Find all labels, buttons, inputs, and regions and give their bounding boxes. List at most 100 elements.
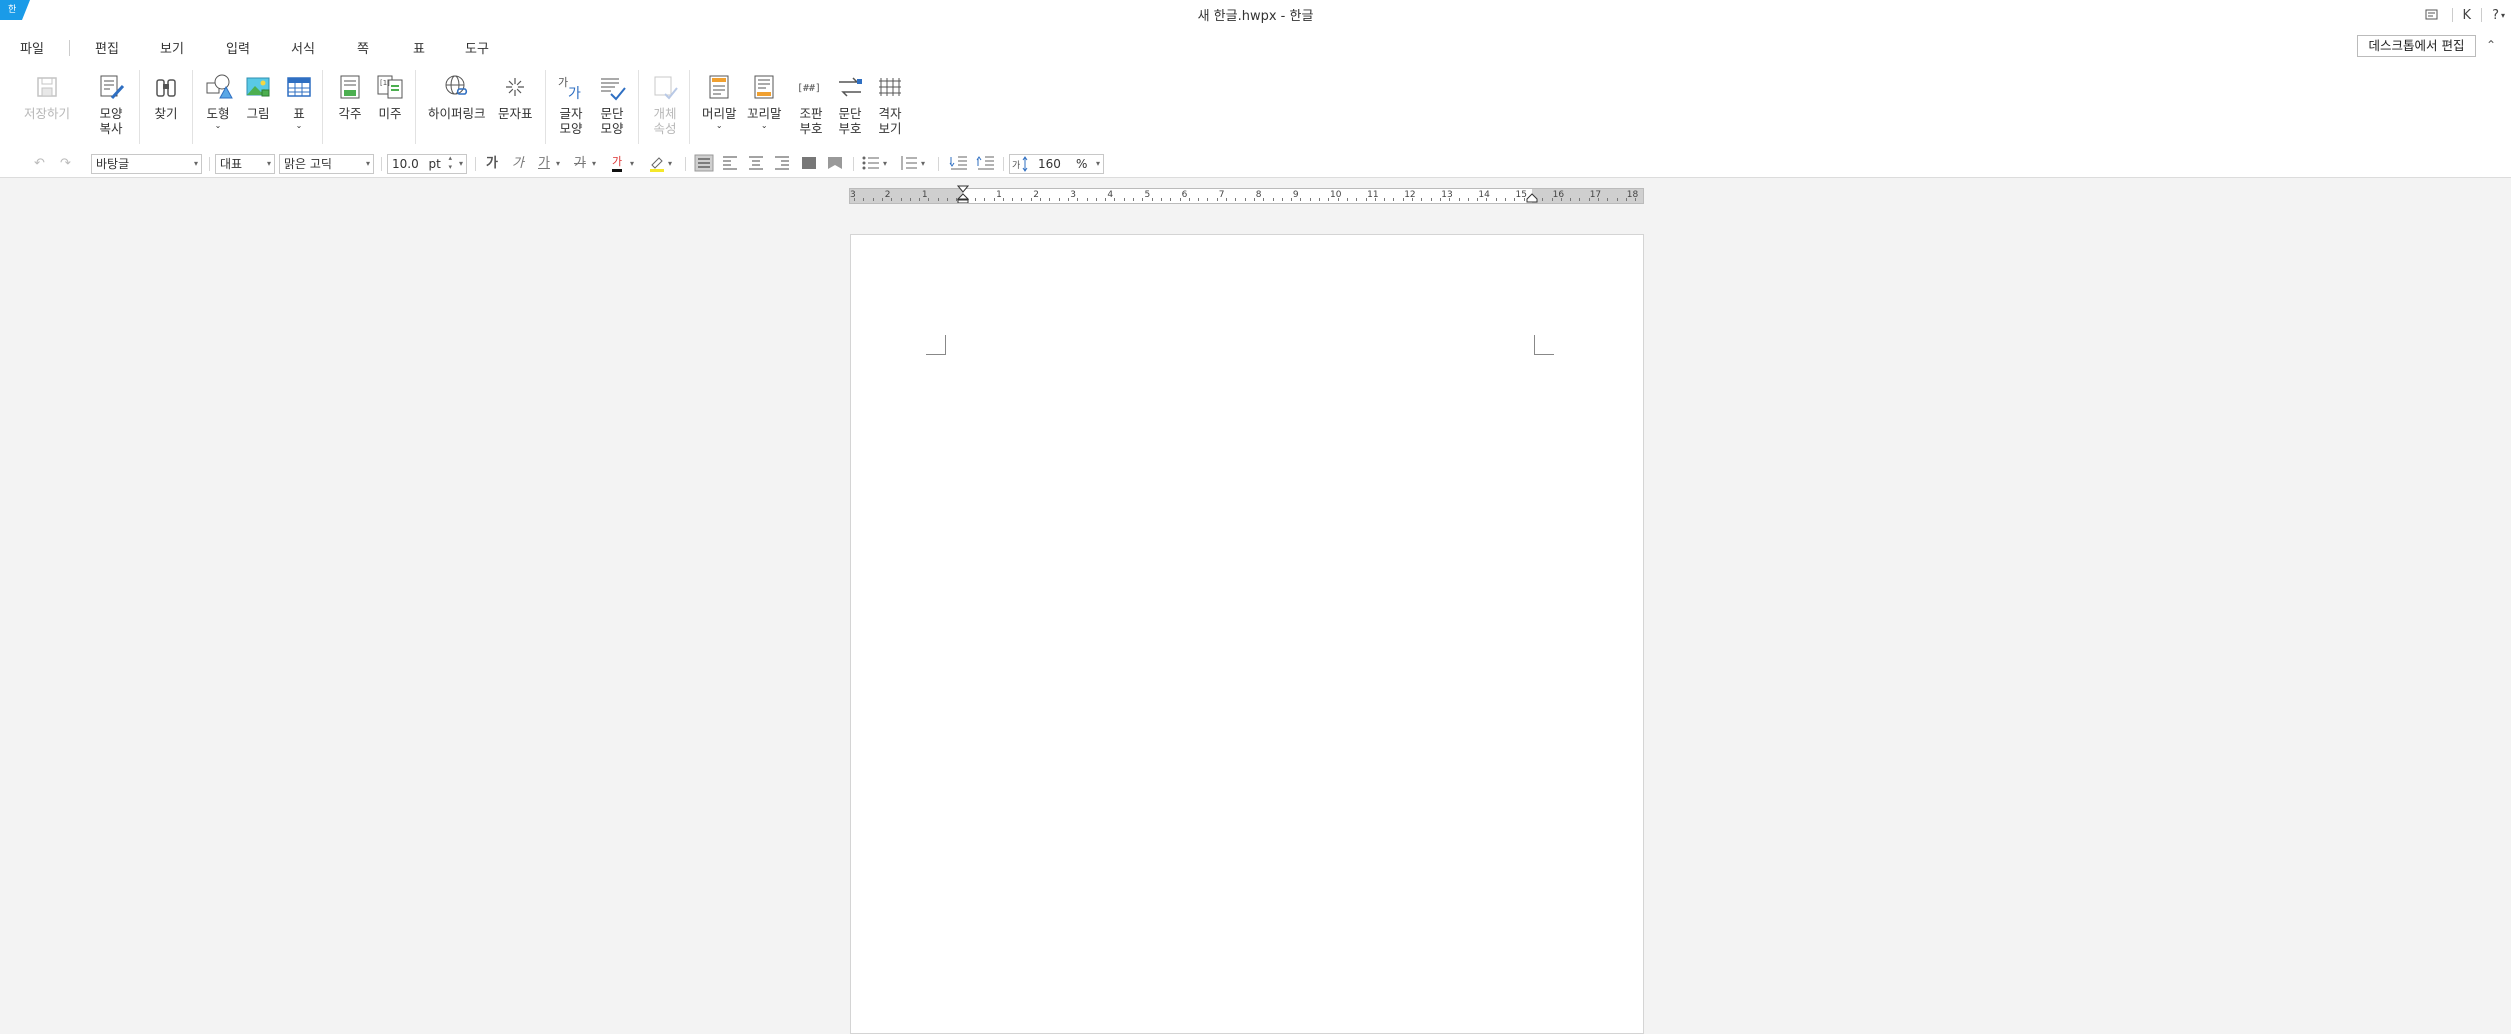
divide-icon[interactable]: [826, 154, 844, 172]
strikethrough-button[interactable]: 가: [574, 155, 586, 173]
document-page[interactable]: [850, 234, 1644, 1034]
char-shape-button[interactable]: 가가 글자 모양: [556, 72, 586, 136]
svg-text:[##]: [##]: [797, 83, 821, 94]
shape-button[interactable]: 도형 ⌄: [203, 72, 233, 131]
header-button[interactable]: 머리말 ⌄: [702, 72, 737, 131]
footnote-button[interactable]: 각주: [335, 72, 365, 121]
ruler-label: 1: [921, 190, 928, 200]
format-copy-button[interactable]: 모양 복사: [96, 72, 126, 136]
font-select[interactable]: 맑은 고딕 ▾: [279, 154, 374, 174]
underline-button[interactable]: 가: [538, 155, 550, 173]
italic-button[interactable]: 가: [512, 155, 524, 173]
ruler-tick: [984, 198, 986, 201]
para-mark-button[interactable]: 문단 부호: [835, 72, 865, 136]
font-color-button[interactable]: 가: [612, 155, 623, 172]
ruler-tick: [1384, 198, 1386, 201]
menu-edit[interactable]: 편집: [95, 38, 119, 57]
align-center-icon[interactable]: [747, 154, 765, 172]
table-button[interactable]: 표 ⌄: [284, 72, 314, 131]
ruler-tick: [1263, 198, 1265, 201]
bold-button[interactable]: 가: [486, 155, 498, 173]
ruler-tick: [1607, 198, 1609, 201]
align-left-icon[interactable]: [721, 154, 739, 172]
footer-dropdown-icon[interactable]: ⌄: [761, 121, 768, 131]
edit-in-desktop-button[interactable]: 데스크톱에서 편집: [2357, 35, 2476, 57]
char-shape-icon: 가가: [558, 76, 581, 102]
menu-insert[interactable]: 입력: [226, 38, 250, 57]
hyperlink-button[interactable]: 하이퍼링크: [428, 72, 486, 121]
indent-decrease-icon[interactable]: [949, 154, 969, 172]
table-dropdown-icon[interactable]: ⌄: [296, 121, 303, 131]
ruler-tick: [1253, 198, 1255, 201]
redo-icon[interactable]: ↷: [60, 155, 71, 173]
menu-tools[interactable]: 도구: [465, 38, 489, 57]
indent-increase-icon[interactable]: [976, 154, 996, 172]
align-justify-icon[interactable]: [694, 154, 714, 172]
window-title: 새 한글.hwpx - 한글: [1197, 9, 1314, 24]
picture-button[interactable]: 그림: [243, 72, 273, 121]
ruler-tick: [1049, 198, 1051, 201]
shape-dropdown-icon[interactable]: ⌄: [215, 121, 222, 131]
object-props-button: 개체 속성: [650, 72, 680, 136]
menu-table[interactable]: 표: [413, 38, 425, 57]
symbol-button[interactable]: 문자표: [498, 72, 533, 121]
indent-marker-left-icon[interactable]: [957, 185, 969, 203]
ruler-tick: [1551, 198, 1553, 201]
undo-icon[interactable]: ↶: [34, 155, 45, 173]
font-size-field[interactable]: 10.0 pt ▴ ▾ ▾: [387, 154, 467, 174]
ruler-tick: [1058, 198, 1060, 201]
highlight-icon[interactable]: [648, 154, 666, 172]
ruler-tick: [1077, 198, 1079, 201]
help-dropdown-icon[interactable]: ▾: [2501, 11, 2505, 20]
format-painter-icon: [100, 75, 125, 100]
bullet-list-icon[interactable]: [861, 154, 881, 172]
header-dropdown-icon[interactable]: ⌄: [716, 121, 723, 131]
help-button[interactable]: ?: [2492, 8, 2499, 23]
indent-marker-right-icon[interactable]: [1526, 193, 1538, 203]
feedback-icon[interactable]: [2424, 8, 2440, 22]
highlight-dropdown-icon[interactable]: ▾: [668, 155, 672, 173]
line-spacing-field[interactable]: 가 160 % ▾: [1009, 154, 1104, 174]
ruler-tick: [1291, 198, 1293, 201]
strikethrough-dropdown-icon[interactable]: ▾: [592, 155, 596, 173]
distribute-icon[interactable]: [800, 154, 818, 172]
language-select[interactable]: 대표 ▾: [215, 154, 275, 174]
font-size-stepper[interactable]: ▴ ▾: [448, 154, 452, 172]
symbol-icon: [506, 78, 525, 96]
svg-text:가: 가: [568, 86, 581, 102]
ruler-tick: [1346, 198, 1348, 201]
ruler-tick: [1179, 198, 1181, 201]
align-right-icon[interactable]: [773, 154, 791, 172]
ruler-label: 5: [1144, 190, 1151, 200]
horizontal-ruler[interactable]: 3 2 1 1 2 3 4 5 6 7 8 9 10 11 12 13 14 15 16 17 18: [849, 185, 1644, 204]
ruler-tick: [1616, 198, 1618, 201]
footnote-icon: [340, 75, 360, 99]
para-shape-button[interactable]: 문단 모양: [597, 72, 627, 136]
ruler-tick: [993, 198, 995, 201]
compose-mark-button[interactable]: [##] 조판 부호: [796, 72, 826, 136]
ruler-label: 16: [1552, 190, 1565, 200]
endnote-button[interactable]: [1] 미주: [375, 72, 405, 121]
menu-file[interactable]: 파일: [20, 38, 44, 57]
ruler-tick: [1356, 198, 1358, 201]
collapse-ribbon-icon[interactable]: ⌃: [2486, 38, 2496, 52]
ruler-tick: [1281, 198, 1283, 201]
menu-page[interactable]: 쪽: [357, 38, 369, 57]
bullet-list-dropdown-icon[interactable]: ▾: [883, 155, 887, 173]
underline-dropdown-icon[interactable]: ▾: [556, 155, 560, 173]
binoculars-icon: [156, 79, 176, 97]
menu-format[interactable]: 서식: [291, 38, 315, 57]
ruler-tick: [947, 198, 948, 201]
ruler-label: 3: [1070, 190, 1077, 200]
menu-view[interactable]: 보기: [160, 38, 184, 57]
user-initial[interactable]: K: [2463, 8, 2472, 23]
font-color-dropdown-icon[interactable]: ▾: [630, 155, 634, 173]
style-select[interactable]: 바탕글 ▾: [91, 154, 202, 174]
numbered-list-icon[interactable]: [899, 154, 919, 172]
ruler-tick: [1430, 198, 1432, 201]
grid-view-button[interactable]: 격자 보기: [875, 72, 905, 136]
language-value: 대표: [220, 157, 243, 171]
numbered-list-dropdown-icon[interactable]: ▾: [921, 155, 925, 173]
footer-button[interactable]: 꼬리말 ⌄: [747, 72, 782, 131]
find-button[interactable]: 찾기: [151, 72, 181, 121]
